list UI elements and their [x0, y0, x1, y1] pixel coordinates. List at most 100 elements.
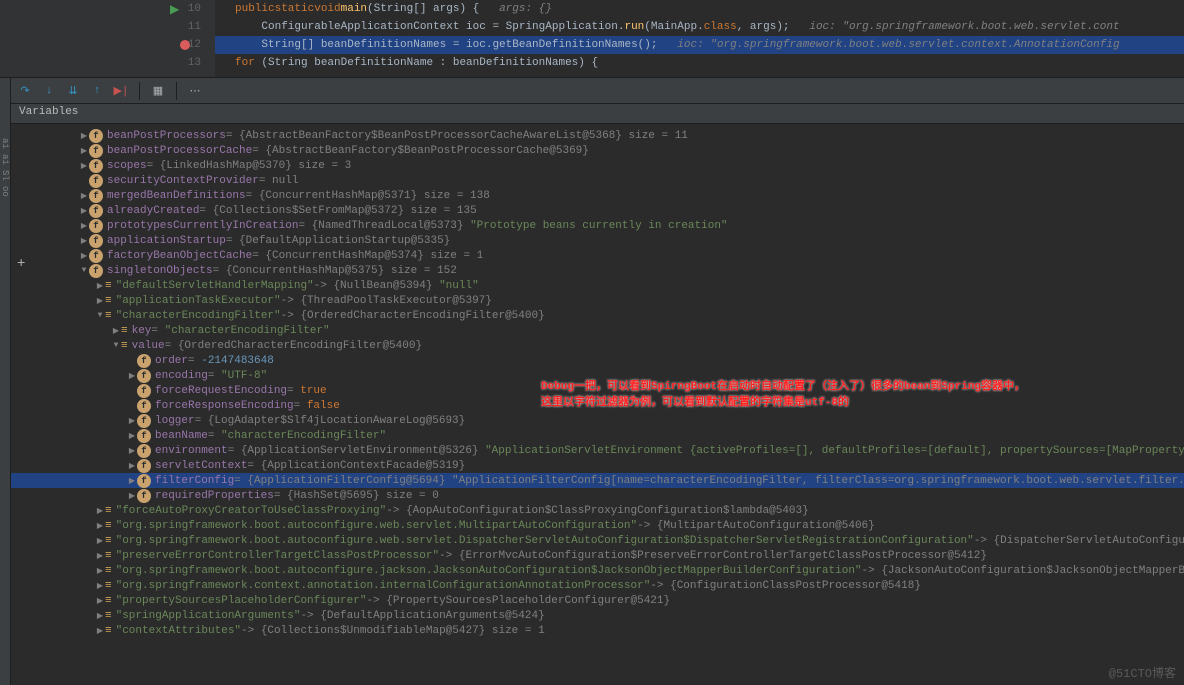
var-name: "org.springframework.boot.autoconfigure.…: [116, 535, 974, 547]
tree-row[interactable]: ▶fmergedBeanDefinitions = {ConcurrentHas…: [11, 188, 1184, 203]
add-watch-button[interactable]: +: [17, 256, 25, 272]
expand-arrow[interactable]: ▶: [79, 131, 89, 141]
expand-arrow[interactable]: ▶: [111, 326, 121, 336]
expand-arrow[interactable]: ▶: [95, 521, 105, 531]
field-icon: f: [137, 399, 151, 413]
tree-row[interactable]: ▶≡"org.springframework.boot.autoconfigur…: [11, 533, 1184, 548]
tree-row[interactable]: ▶frequiredProperties = {HashSet@5695} si…: [11, 488, 1184, 503]
tree-row[interactable]: forder = -2147483648: [11, 353, 1184, 368]
var-name: prototypesCurrentlyInCreation: [107, 220, 298, 232]
tree-row[interactable]: ▶fservletContext = {ApplicationContextFa…: [11, 458, 1184, 473]
field-icon: f: [137, 369, 151, 383]
expand-arrow[interactable]: ▶: [127, 431, 137, 441]
field-icon: f: [89, 189, 103, 203]
var-name: "applicationTaskExecutor": [116, 295, 281, 307]
expand-arrow[interactable]: ▶: [127, 491, 137, 501]
expand-arrow[interactable]: ▶: [79, 191, 89, 201]
tree-row[interactable]: ▶≡"forceAutoProxyCreatorToUseClassProxyi…: [11, 503, 1184, 518]
expand-arrow[interactable]: ▶: [127, 371, 137, 381]
var-name: beanPostProcessorCache: [107, 145, 252, 157]
force-step-into-icon[interactable]: ⇊: [65, 83, 81, 99]
left-label: ai: [0, 154, 10, 168]
expand-arrow[interactable]: ▶: [127, 446, 137, 456]
tree-row[interactable]: ▶fbeanName = "characterEncodingFilter": [11, 428, 1184, 443]
expand-arrow[interactable]: ▶: [95, 506, 105, 516]
var-name: "propertySourcesPlaceholderConfigurer": [116, 595, 367, 607]
expand-arrow[interactable]: ▶: [127, 461, 137, 471]
tree-row[interactable]: fsecurityContextProvider = null: [11, 173, 1184, 188]
tree-row[interactable]: ▶≡"springApplicationArguments" -> {Defau…: [11, 608, 1184, 623]
expand-arrow[interactable]: ▶: [127, 416, 137, 426]
entry-icon: ≡: [105, 565, 112, 577]
tree-row[interactable]: ▶≡"org.springframework.boot.autoconfigur…: [11, 518, 1184, 533]
tree-row[interactable]: ▶≡"preserveErrorControllerTargetClassPos…: [11, 548, 1184, 563]
tree-row[interactable]: ▶≡"org.springframework.boot.autoconfigur…: [11, 563, 1184, 578]
tree-row[interactable]: ▶≡"propertySourcesPlaceholderConfigurer"…: [11, 593, 1184, 608]
tree-row[interactable]: ▶fscopes = {LinkedHashMap@5370} size = 3: [11, 158, 1184, 173]
run-icon[interactable]: ▶: [170, 2, 179, 17]
tree-row[interactable]: ▶falreadyCreated = {Collections$SetFromM…: [11, 203, 1184, 218]
var-value: -> {DispatcherServletAutoConfiguration$D…: [974, 535, 1184, 547]
var-name: "forceAutoProxyCreatorToUseClassProxying…: [116, 505, 387, 517]
tree-row[interactable]: ▼≡value = {OrderedCharacterEncodingFilte…: [11, 338, 1184, 353]
step-into-icon[interactable]: ↓: [41, 83, 57, 99]
expand-arrow[interactable]: ▼: [111, 341, 121, 350]
tree-row[interactable]: ▶ffactoryBeanObjectCache = {ConcurrentHa…: [11, 248, 1184, 263]
step-over-icon[interactable]: ↷: [17, 83, 33, 99]
expand-arrow[interactable]: ▶: [79, 161, 89, 171]
tree-row[interactable]: ▶fenvironment = {ApplicationServletEnvir…: [11, 443, 1184, 458]
tree-row[interactable]: ▶fbeanPostProcessorCache = {AbstractBean…: [11, 143, 1184, 158]
expand-arrow[interactable]: ▶: [95, 626, 105, 636]
code-editor: ▶10111213 public static void main(String…: [0, 0, 1184, 78]
expand-arrow[interactable]: ▶: [79, 251, 89, 261]
field-icon: f: [137, 414, 151, 428]
expand-arrow[interactable]: ▶: [95, 611, 105, 621]
var-value: -> {Collections$UnmodifiableMap@5427} si…: [241, 625, 545, 637]
tree-row[interactable]: ▼≡"characterEncodingFilter" -> {OrderedC…: [11, 308, 1184, 323]
tree-row[interactable]: ▶fapplicationStartup = {DefaultApplicati…: [11, 233, 1184, 248]
tree-row[interactable]: ▶flogger = {LogAdapter$Slf4jLocationAwar…: [11, 413, 1184, 428]
tree-row[interactable]: ▶≡"applicationTaskExecutor" -> {ThreadPo…: [11, 293, 1184, 308]
entry-icon: ≡: [105, 295, 112, 307]
field-icon: f: [89, 234, 103, 248]
run-to-cursor-icon[interactable]: ▶|: [113, 83, 129, 99]
var-name: order: [155, 355, 188, 367]
tree-row[interactable]: ▶fprototypesCurrentlyInCreation = {Named…: [11, 218, 1184, 233]
expand-arrow[interactable]: ▶: [95, 551, 105, 561]
var-name: factoryBeanObjectCache: [107, 250, 252, 262]
expand-arrow[interactable]: ▼: [79, 266, 89, 275]
expand-arrow[interactable]: ▶: [95, 581, 105, 591]
expand-arrow[interactable]: ▶: [79, 206, 89, 216]
tree-row[interactable]: ▶≡key = "characterEncodingFilter": [11, 323, 1184, 338]
tree-row[interactable]: ▶≡"contextAttributes" -> {Collections$Un…: [11, 623, 1184, 638]
expand-arrow[interactable]: ▶: [79, 236, 89, 246]
var-value: -> {MultipartAutoConfiguration@5406}: [637, 520, 875, 532]
field-icon: f: [137, 354, 151, 368]
tree-row[interactable]: ▶ffilterConfig = {ApplicationFilterConfi…: [11, 473, 1184, 488]
left-toolbar: ai ai Sl oo: [0, 78, 11, 685]
tree-row[interactable]: ▶≡"defaultServletHandlerMapping" -> {Nul…: [11, 278, 1184, 293]
expand-arrow[interactable]: ▶: [127, 476, 137, 486]
expand-arrow[interactable]: ▶: [95, 296, 105, 306]
breakpoint-icon[interactable]: [180, 40, 190, 50]
var-name: "preserveErrorControllerTargetClassPostP…: [116, 550, 439, 562]
tree-row[interactable]: ▶≡"org.springframework.context.annotatio…: [11, 578, 1184, 593]
variables-tree[interactable]: + ▶fbeanPostProcessors = {AbstractBeanFa…: [11, 124, 1184, 685]
code-area[interactable]: public static void main(String[] args) {…: [215, 0, 1184, 77]
expand-arrow[interactable]: ▶: [79, 221, 89, 231]
more-icon[interactable]: ⋯: [187, 83, 203, 99]
expand-arrow[interactable]: ▶: [95, 536, 105, 546]
var-value: = {ConcurrentHashMap@5371} size = 138: [246, 190, 490, 202]
debug-toolbar: ↷ ↓ ⇊ ↑ ▶| ▦ ⋯: [11, 78, 1184, 104]
evaluate-icon[interactable]: ▦: [150, 83, 166, 99]
expand-arrow[interactable]: ▶: [95, 596, 105, 606]
expand-arrow[interactable]: ▶: [95, 281, 105, 291]
expand-arrow[interactable]: ▼: [95, 311, 105, 320]
var-value: -> {PropertySourcesPlaceholderConfigurer…: [366, 595, 670, 607]
expand-arrow[interactable]: ▶: [95, 566, 105, 576]
field-icon: f: [137, 384, 151, 398]
step-out-icon[interactable]: ↑: [89, 83, 105, 99]
tree-row[interactable]: ▼fsingletonObjects = {ConcurrentHashMap@…: [11, 263, 1184, 278]
expand-arrow[interactable]: ▶: [79, 146, 89, 156]
tree-row[interactable]: ▶fbeanPostProcessors = {AbstractBeanFact…: [11, 128, 1184, 143]
